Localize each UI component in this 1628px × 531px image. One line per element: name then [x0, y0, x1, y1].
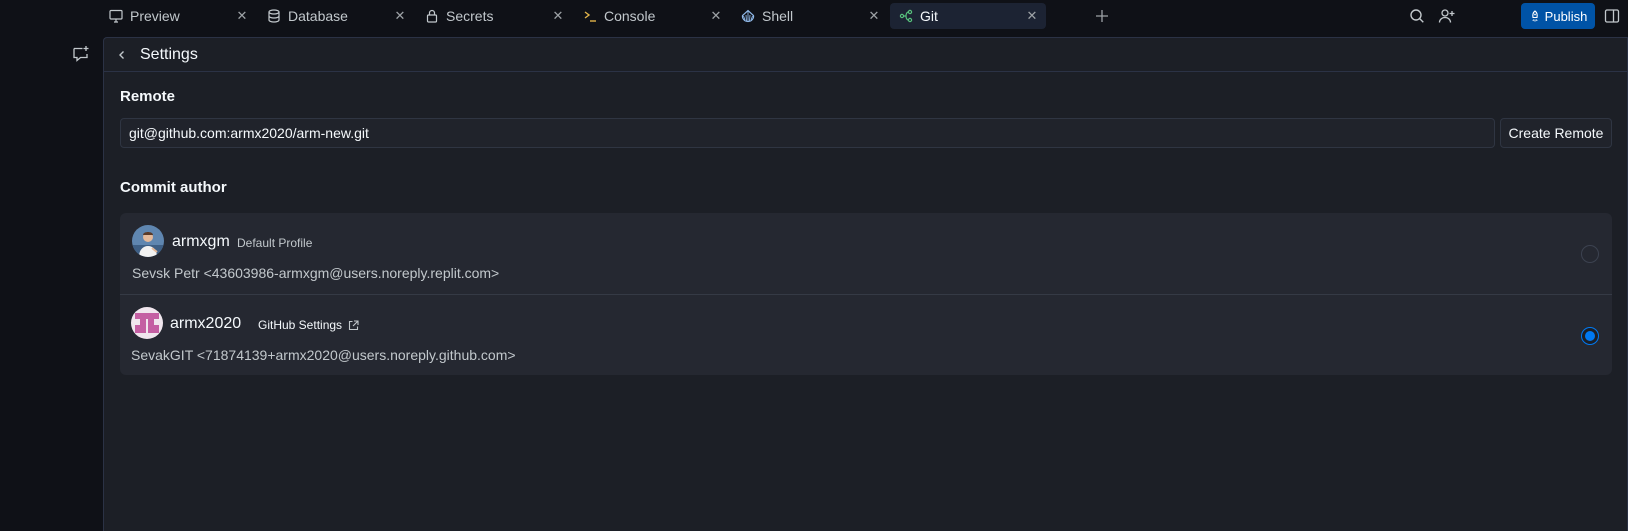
- git-settings-panel: Settings Remote Create Remote Commit aut…: [103, 37, 1628, 531]
- tab-label: Git: [920, 8, 938, 24]
- toggle-sidebar-button[interactable]: [1601, 3, 1623, 29]
- tab-database[interactable]: Database ✕: [258, 3, 414, 29]
- remote-url-input[interactable]: [120, 118, 1495, 148]
- author-identity: Sevsk Petr <43603986-armxgm@users.norepl…: [132, 265, 500, 281]
- invite-button[interactable]: [1435, 3, 1459, 29]
- chat-plus-icon: [73, 46, 89, 62]
- publish-button[interactable]: Publish: [1521, 3, 1595, 29]
- commit-author-heading: Commit author: [120, 179, 227, 196]
- tab-label: Shell: [762, 8, 794, 24]
- tab-label: Secrets: [446, 8, 494, 24]
- search-button[interactable]: [1406, 3, 1428, 29]
- plus-icon: [1096, 10, 1108, 22]
- tab-console[interactable]: Console ✕: [574, 3, 730, 29]
- author-tag: Default Profile: [237, 236, 313, 250]
- close-icon[interactable]: ✕: [866, 8, 882, 24]
- publish-label: Publish: [1544, 8, 1588, 24]
- lock-icon: [424, 8, 440, 24]
- close-icon[interactable]: ✕: [708, 8, 724, 24]
- panel-header: Settings: [104, 38, 1627, 72]
- new-thread-button[interactable]: [72, 45, 90, 63]
- add-user-icon: [1438, 9, 1455, 23]
- github-settings-link[interactable]: GitHub Settings: [258, 318, 359, 332]
- author-radio[interactable]: [1581, 245, 1599, 263]
- author-radio[interactable]: [1581, 327, 1599, 345]
- close-icon[interactable]: ✕: [1024, 8, 1040, 24]
- database-icon: [266, 8, 282, 24]
- close-icon[interactable]: ✕: [392, 8, 408, 24]
- monitor-icon: [108, 8, 124, 24]
- create-remote-button[interactable]: Create Remote: [1500, 118, 1612, 148]
- close-icon[interactable]: ✕: [234, 8, 250, 24]
- external-link-icon: [348, 319, 359, 330]
- add-tab-button[interactable]: [1092, 6, 1112, 26]
- chevron-left-icon: [119, 50, 124, 59]
- page-title: Settings: [140, 45, 198, 63]
- tab-label: Database: [288, 8, 348, 24]
- author-list: armxgm Default Profile Sevsk Petr <43603…: [120, 213, 1612, 375]
- avatar: [132, 225, 164, 257]
- panel-layout-icon: [1604, 9, 1620, 23]
- back-button[interactable]: [112, 45, 132, 65]
- tab-shell[interactable]: Shell ✕: [732, 3, 888, 29]
- author-identity: SevakGIT <71874139+armx2020@users.norepl…: [131, 347, 516, 363]
- tab-git[interactable]: Git ✕: [890, 3, 1046, 29]
- author-option-armxgm[interactable]: armxgm Default Profile Sevsk Petr <43603…: [120, 213, 1612, 294]
- tab-bar: Preview ✕ Database ✕ Secrets ✕ Console ✕…: [0, 0, 1628, 32]
- author-username: armx2020: [170, 315, 242, 332]
- tab-preview[interactable]: Preview ✕: [100, 3, 256, 29]
- git-branch-icon: [898, 8, 914, 24]
- search-icon: [1410, 9, 1424, 23]
- author-username: armxgm: [172, 233, 230, 250]
- tab-label: Console: [604, 8, 656, 24]
- rocket-icon: [1531, 10, 1538, 22]
- terminal-prompt-icon: [582, 8, 598, 24]
- remote-heading: Remote: [120, 88, 176, 105]
- tab-label: Preview: [130, 8, 180, 24]
- tab-secrets[interactable]: Secrets ✕: [416, 3, 572, 29]
- author-option-armx2020[interactable]: armx2020 GitHub Settings SevakGIT <71874…: [120, 294, 1612, 375]
- close-icon[interactable]: ✕: [550, 8, 566, 24]
- shell-icon: [740, 8, 756, 24]
- avatar: [131, 307, 163, 339]
- author-tag: GitHub Settings: [258, 318, 343, 332]
